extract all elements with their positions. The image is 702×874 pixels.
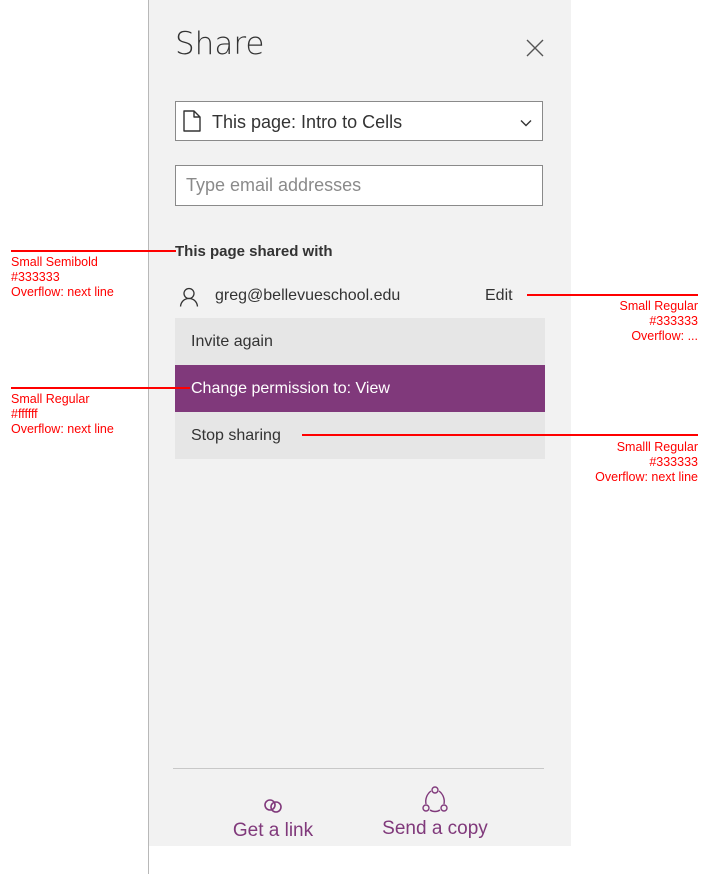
get-link-button[interactable]: Get a link — [227, 796, 319, 842]
send-copy-button[interactable]: Send a copy — [377, 786, 493, 840]
change-permission-item[interactable]: Change permission to: View — [175, 365, 545, 412]
page-icon — [183, 110, 201, 132]
footer-divider — [173, 768, 544, 769]
annotation-line-active-item — [11, 387, 190, 389]
share-icon — [422, 786, 448, 813]
share-panel: Share This page: Intro to Cells This pag… — [149, 0, 571, 846]
annotation-line-heading — [11, 250, 176, 252]
shared-user-email: greg@bellevueschool.edu — [215, 287, 401, 304]
annotation-active-item: Small Regular #ffffff Overflow: next lin… — [11, 392, 114, 436]
annotation-line-permission — [527, 294, 698, 296]
annotation-heading: Small Semibold #333333 Overflow: next li… — [11, 255, 114, 299]
permission-dropdown[interactable]: Edit — [485, 287, 513, 305]
link-icon — [264, 799, 282, 813]
close-icon — [526, 39, 544, 57]
shared-user-row: greg@bellevueschool.edu Edit — [175, 284, 543, 310]
share-scope-label: This page: Intro to Cells — [212, 112, 403, 132]
shared-with-heading: This page shared with — [175, 243, 333, 260]
close-button[interactable] — [523, 36, 547, 60]
person-icon — [179, 287, 199, 307]
annotation-line-stop-sharing — [302, 434, 698, 436]
annotation-permission: Small Regular #333333 Overflow: ... — [619, 299, 698, 343]
permission-menu: Invite again Change permission to: View … — [175, 318, 545, 459]
get-link-label: Get a link — [232, 820, 314, 841]
invite-again-item[interactable]: Invite again — [175, 318, 545, 365]
panel-title: Share — [175, 26, 265, 62]
chevron-down-icon — [520, 120, 532, 127]
share-scope-dropdown[interactable]: This page: Intro to Cells — [175, 101, 543, 141]
send-copy-label: Send a copy — [382, 818, 488, 839]
email-addresses-input[interactable] — [175, 165, 543, 206]
annotation-stop-sharing: Smalll Regular #333333 Overflow: next li… — [595, 440, 698, 484]
